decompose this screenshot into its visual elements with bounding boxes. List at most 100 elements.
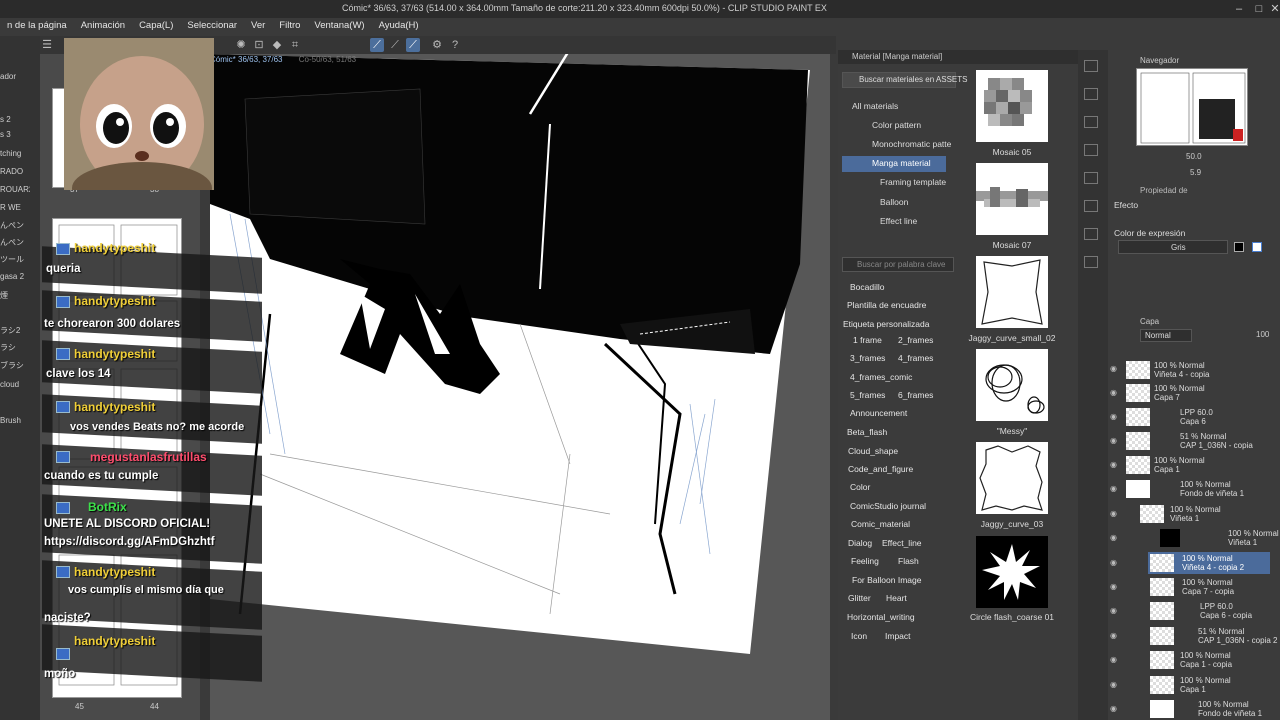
layer-row[interactable]: 100 % Normal Capa 7 (1126, 383, 1276, 405)
subtool-item[interactable]: RADO (0, 167, 30, 176)
eye-icon[interactable]: ◉ (1110, 631, 1118, 640)
eye-icon[interactable]: ◉ (1110, 582, 1118, 591)
subtool-item[interactable]: ブラシ (0, 360, 30, 371)
material-thumb-messy[interactable] (976, 349, 1048, 421)
subtool-item[interactable]: tching (0, 149, 30, 158)
snap-ruler-icon[interactable]: ⟋ (370, 38, 384, 52)
tree-color-pattern[interactable]: Color pattern (872, 120, 921, 130)
crop-icon[interactable]: ⌗ (288, 38, 302, 52)
layer-row[interactable]: 100 % Normal Capa 7 - copia (1150, 577, 1280, 599)
tag-item[interactable]: Beta_flash (847, 427, 887, 437)
navigator-angle[interactable]: 5.9 (1190, 168, 1201, 177)
material-thumb-jaggy-small[interactable] (976, 256, 1048, 328)
keyword-search-input[interactable]: Buscar por palabra clave (842, 257, 954, 272)
dock-icon[interactable] (1084, 144, 1098, 156)
eye-icon[interactable]: ◉ (1110, 704, 1118, 713)
tag-item[interactable]: Heart (886, 593, 907, 603)
material-thumb-circle-flash[interactable] (976, 536, 1048, 608)
tag-item[interactable]: Color (850, 482, 870, 492)
tag-item[interactable]: 1 frame (853, 335, 882, 345)
subtool-item[interactable]: 煙 (0, 290, 30, 301)
doc-tab-active[interactable]: Cómic* 36/63, 37/63 (210, 55, 283, 64)
tag-item[interactable]: Impact (885, 631, 911, 641)
eye-icon[interactable]: ◉ (1110, 509, 1118, 518)
settings-icon[interactable]: ⚙ (430, 38, 444, 52)
subtool-item[interactable]: ROUAR2 (0, 185, 30, 194)
tag-item[interactable]: Icon (851, 631, 867, 641)
black-swatch[interactable] (1234, 242, 1244, 252)
tag-item[interactable]: Dialog (848, 538, 872, 548)
dock-icon[interactable] (1084, 172, 1098, 184)
doc-tab[interactable]: Co-50/63, 51/63 (299, 55, 356, 64)
layer-row[interactable]: 100 % Normal Fondo de viñeta 1 (1150, 699, 1280, 720)
snap-grid-icon[interactable]: ⟋ (406, 38, 420, 52)
tag-item[interactable]: Flash (898, 556, 919, 566)
eye-icon[interactable]: ◉ (1110, 484, 1118, 493)
tag-item[interactable]: 2_frames (898, 335, 933, 345)
eye-icon[interactable]: ◉ (1110, 436, 1118, 445)
layer-row-selected[interactable]: 100 % Normal Viñeta 4 - copia 2 (1150, 553, 1280, 575)
eye-icon[interactable]: ◉ (1110, 412, 1118, 421)
eye-icon[interactable]: ◉ (1110, 388, 1118, 397)
layer-row[interactable]: 100 % Normal Viñeta 4 - copia (1126, 360, 1276, 382)
layer-row[interactable]: LPP 60.0 Capa 6 - copia (1150, 601, 1280, 623)
layer-row[interactable]: 100 % Normal Capa 1 (1150, 675, 1280, 697)
tag-item[interactable]: Announcement (850, 408, 907, 418)
white-swatch[interactable] (1252, 242, 1262, 252)
tree-monochromatic-pattern[interactable]: Monochromatic patte (872, 139, 951, 149)
subtool-item[interactable]: ador (0, 72, 30, 81)
tree-all-materials[interactable]: All materials (852, 101, 898, 111)
tree-manga-material[interactable]: Manga material (872, 158, 931, 168)
menu-window[interactable]: Ventana(W) (307, 18, 371, 36)
tag-item[interactable]: ComicStudio journal (850, 501, 926, 511)
menu-page[interactable]: n de la página (0, 18, 74, 36)
subtool-item[interactable]: s 2 (0, 115, 30, 124)
subtool-item[interactable]: cloud (0, 380, 30, 389)
eye-icon[interactable]: ◉ (1110, 655, 1118, 664)
close-icon[interactable]: ✕ (1268, 2, 1280, 16)
material-thumb-mosaic-05[interactable] (976, 70, 1048, 142)
material-thumb-mosaic-07[interactable] (976, 163, 1048, 235)
tag-item[interactable]: Feeling (851, 556, 879, 566)
dock-icon[interactable] (1084, 256, 1098, 268)
subtool-item[interactable]: R WE (0, 203, 30, 212)
tree-effect-line[interactable]: Effect line (880, 216, 917, 226)
transform-icon[interactable]: ⊡ (252, 38, 266, 52)
subtool-item[interactable]: gasa 2 (0, 272, 30, 281)
menu-icon[interactable]: ☰ (40, 38, 54, 52)
subtool-item[interactable]: ラシ2 (0, 325, 30, 336)
subtool-item[interactable]: んぺン (0, 237, 30, 248)
eye-icon[interactable]: ◉ (1110, 606, 1118, 615)
tag-item[interactable]: Glitter (848, 593, 871, 603)
tag-item[interactable]: Horizontal_writing (847, 612, 915, 622)
tag-item[interactable]: For Balloon Image (852, 575, 921, 585)
eye-icon[interactable]: ◉ (1110, 364, 1118, 373)
dock-icon[interactable] (1084, 116, 1098, 128)
navigator-zoom[interactable]: 50.0 (1186, 152, 1202, 161)
help-icon[interactable]: ? (448, 38, 462, 52)
tag-item[interactable]: Bocadillo (850, 282, 885, 292)
layer-row[interactable]: 100 % Normal Capa 1 (1126, 455, 1276, 477)
menu-view[interactable]: Ver (244, 18, 272, 36)
eye-icon[interactable]: ◉ (1110, 460, 1118, 469)
tag-item[interactable]: 3_frames (850, 353, 885, 363)
snap-special-icon[interactable]: ⟋ (388, 38, 402, 52)
opacity-value[interactable]: 100 (1256, 330, 1269, 339)
minimize-icon[interactable]: – (1232, 2, 1246, 16)
menu-filter[interactable]: Filtro (272, 18, 307, 36)
dock-icon[interactable] (1084, 88, 1098, 100)
dock-icon[interactable] (1084, 60, 1098, 72)
menu-select[interactable]: Seleccionar (180, 18, 244, 36)
tag-item[interactable]: Etiqueta personalizada (843, 319, 929, 329)
tag-item[interactable]: 5_frames (850, 390, 885, 400)
tag-item[interactable]: 4_frames_comic (850, 372, 912, 382)
layer-row[interactable]: 100 % Normal Viñeta 1 (1140, 504, 1280, 526)
layer-row[interactable]: LPP 60.0 Capa 6 (1126, 407, 1276, 429)
blend-mode-select[interactable]: Normal (1140, 329, 1192, 342)
subtool-item[interactable]: んぺン (0, 220, 30, 231)
tag-item[interactable]: 6_frames (898, 390, 933, 400)
layer-row[interactable]: 51 % Normal CAP 1_036N - copia 2 (1150, 626, 1280, 648)
tree-balloon[interactable]: Balloon (880, 197, 908, 207)
eye-icon[interactable]: ◉ (1110, 680, 1118, 689)
sun-icon[interactable]: ✺ (234, 38, 248, 52)
